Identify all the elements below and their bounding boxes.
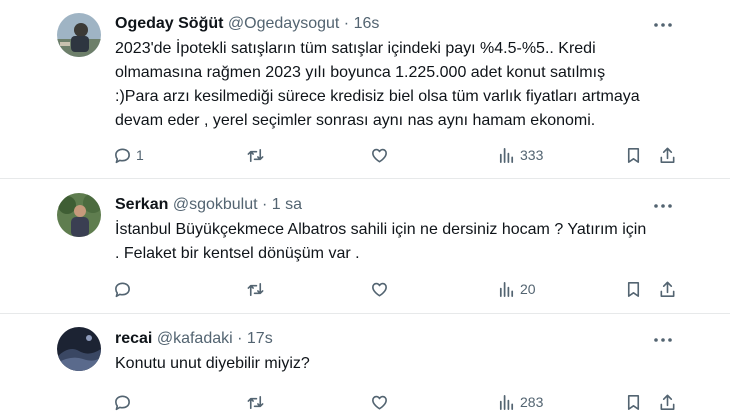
reply-button[interactable]: 1 xyxy=(113,144,144,166)
reply-count: 1 xyxy=(136,147,144,163)
post-header: Ogeday Söğüt @Ogedaysogut · 16s xyxy=(115,14,379,34)
post-time[interactable]: 1 sa xyxy=(272,196,302,213)
heart-icon xyxy=(372,148,387,162)
user-handle[interactable]: @kafadaki xyxy=(157,330,233,347)
bookmark-icon xyxy=(627,281,640,297)
views-icon xyxy=(499,394,514,410)
post-text-line: :)Para arzı kesilmediği sürece kredisiz … xyxy=(115,88,640,105)
retweet-button[interactable] xyxy=(246,144,265,166)
share-icon xyxy=(660,147,675,163)
like-button[interactable] xyxy=(370,278,389,300)
reply-icon xyxy=(115,148,130,163)
action-bar: 1 333 xyxy=(113,144,683,166)
views-button[interactable]: 283 xyxy=(497,391,543,413)
post-time[interactable]: 17s xyxy=(247,330,273,347)
display-name[interactable]: Ogeday Söğüt xyxy=(115,15,223,32)
post-text: 2023'de İpotekli satışların tüm satışlar… xyxy=(115,37,640,133)
bookmark-icon xyxy=(627,394,640,410)
avatar[interactable] xyxy=(57,193,101,237)
reply-feed: Ogeday Söğüt @Ogedaysogut · 16s 2023'de … xyxy=(0,0,730,420)
views-count: 283 xyxy=(520,394,544,410)
more-icon[interactable] xyxy=(653,17,673,33)
retweet-icon xyxy=(247,148,264,162)
bookmark-icon xyxy=(627,147,640,163)
action-bar: 20 xyxy=(113,278,683,300)
post-ogeday[interactable]: Ogeday Söğüt @Ogedaysogut · 16s 2023'de … xyxy=(0,0,730,178)
post-text-line: İstanbul Büyükçekmece Albatros sahili iç… xyxy=(115,221,647,238)
share-button[interactable] xyxy=(658,391,677,413)
separator-dot: · xyxy=(237,330,243,347)
post-serkan[interactable]: Serkan @sgokbulut · 1 sa İstanbul Büyükç… xyxy=(0,179,730,313)
post-header: Serkan @sgokbulut · 1 sa xyxy=(115,195,302,215)
post-text-line: Konutu unut diyebilir miyiz? xyxy=(115,355,310,372)
post-text: İstanbul Büyükçekmece Albatros sahili iç… xyxy=(115,218,646,266)
bookmark-button[interactable] xyxy=(624,391,643,413)
post-text-line: devam eder , yerel seçimler sonrası aynı… xyxy=(115,112,596,129)
avatar-photo xyxy=(57,327,101,371)
more-icon[interactable] xyxy=(653,332,673,348)
more-icon[interactable] xyxy=(653,198,673,214)
retweet-icon xyxy=(247,395,264,409)
views-button[interactable]: 20 xyxy=(497,278,536,300)
reply-button[interactable] xyxy=(113,391,136,413)
post-text-line: olmamasına rağmen 2023 yılı boyunca 1.22… xyxy=(115,64,606,81)
separator-dot: · xyxy=(262,196,268,213)
share-icon xyxy=(660,394,675,410)
reply-button[interactable] xyxy=(113,278,136,300)
avatar[interactable] xyxy=(57,13,101,57)
retweet-button[interactable] xyxy=(246,278,265,300)
bookmark-button[interactable] xyxy=(624,278,643,300)
bookmark-button[interactable] xyxy=(624,144,643,166)
like-button[interactable] xyxy=(370,391,389,413)
reply-icon xyxy=(115,282,130,297)
user-handle[interactable]: @Ogedaysogut xyxy=(228,15,339,32)
like-button[interactable] xyxy=(370,144,389,166)
avatar-photo xyxy=(57,193,101,237)
post-text-line: . Felaket bir kentsel dönüşüm var . xyxy=(115,245,360,262)
post-header: recai @kafadaki · 17s xyxy=(115,329,273,349)
views-count: 20 xyxy=(520,281,536,297)
post-text: Konutu unut diyebilir miyiz? xyxy=(115,352,310,376)
share-button[interactable] xyxy=(658,144,677,166)
reply-icon xyxy=(115,395,130,410)
display-name[interactable]: recai xyxy=(115,330,152,347)
share-icon xyxy=(660,281,675,297)
views-icon xyxy=(499,281,514,297)
action-bar: 283 xyxy=(113,391,683,413)
retweet-icon xyxy=(247,282,264,296)
heart-icon xyxy=(372,282,387,296)
share-button[interactable] xyxy=(658,278,677,300)
avatar[interactable] xyxy=(57,327,101,371)
views-button[interactable]: 333 xyxy=(497,144,543,166)
user-handle[interactable]: @sgokbulut xyxy=(173,196,258,213)
post-time[interactable]: 16s xyxy=(354,15,380,32)
heart-icon xyxy=(372,395,387,409)
post-text-line: 2023'de İpotekli satışların tüm satışlar… xyxy=(115,40,596,57)
retweet-button[interactable] xyxy=(246,391,265,413)
post-recai[interactable]: recai @kafadaki · 17s Konutu unut diyebi… xyxy=(0,314,730,420)
separator-dot: · xyxy=(343,15,350,32)
views-count: 333 xyxy=(520,147,544,163)
views-icon xyxy=(499,147,514,163)
display-name[interactable]: Serkan xyxy=(115,196,168,213)
avatar-photo xyxy=(57,13,101,57)
